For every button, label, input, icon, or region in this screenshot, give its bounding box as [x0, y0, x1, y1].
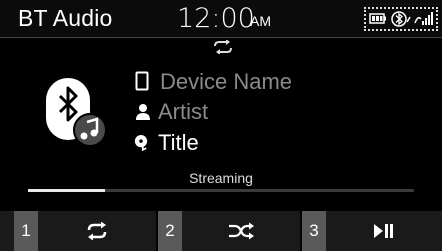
repeat-icon [87, 222, 107, 240]
status-bar: BT Audio 12:00 AM [0, 0, 442, 38]
play-pause-button[interactable] [326, 211, 442, 251]
preset-number-2[interactable]: 2 [158, 211, 182, 251]
clock-ampm: AM [250, 13, 271, 29]
phone-signal-icon [414, 12, 433, 25]
artist-label: Artist [158, 99, 209, 124]
phone-icon [135, 71, 149, 91]
artist-icon [136, 104, 150, 120]
source-title: BT Audio [18, 5, 113, 31]
progress-fill [28, 189, 105, 192]
play-pause-icon [374, 224, 393, 238]
streaming-status: Streaming [189, 170, 253, 186]
clock-time: 12:00 [177, 3, 255, 34]
repeat-mode-icon [214, 40, 232, 54]
preset-number-3[interactable]: 3 [302, 211, 326, 251]
bluetooth-connected-icon [391, 11, 411, 27]
shuffle-button[interactable] [182, 211, 300, 251]
preset-number-1[interactable]: 1 [14, 211, 38, 251]
device-name-label: Device Name [160, 69, 293, 94]
shuffle-icon [229, 222, 254, 240]
battery-icon [369, 13, 386, 24]
progress-bar[interactable] [28, 189, 414, 192]
title-label: Title [158, 130, 199, 155]
bottom-control-bar: 1 2 3 [0, 211, 442, 251]
bluetooth-audio-album-art [46, 78, 107, 147]
repeat-button[interactable] [38, 211, 156, 251]
status-icons [364, 7, 438, 31]
title-disc-icon [134, 135, 148, 152]
status-icon-group [369, 11, 433, 27]
